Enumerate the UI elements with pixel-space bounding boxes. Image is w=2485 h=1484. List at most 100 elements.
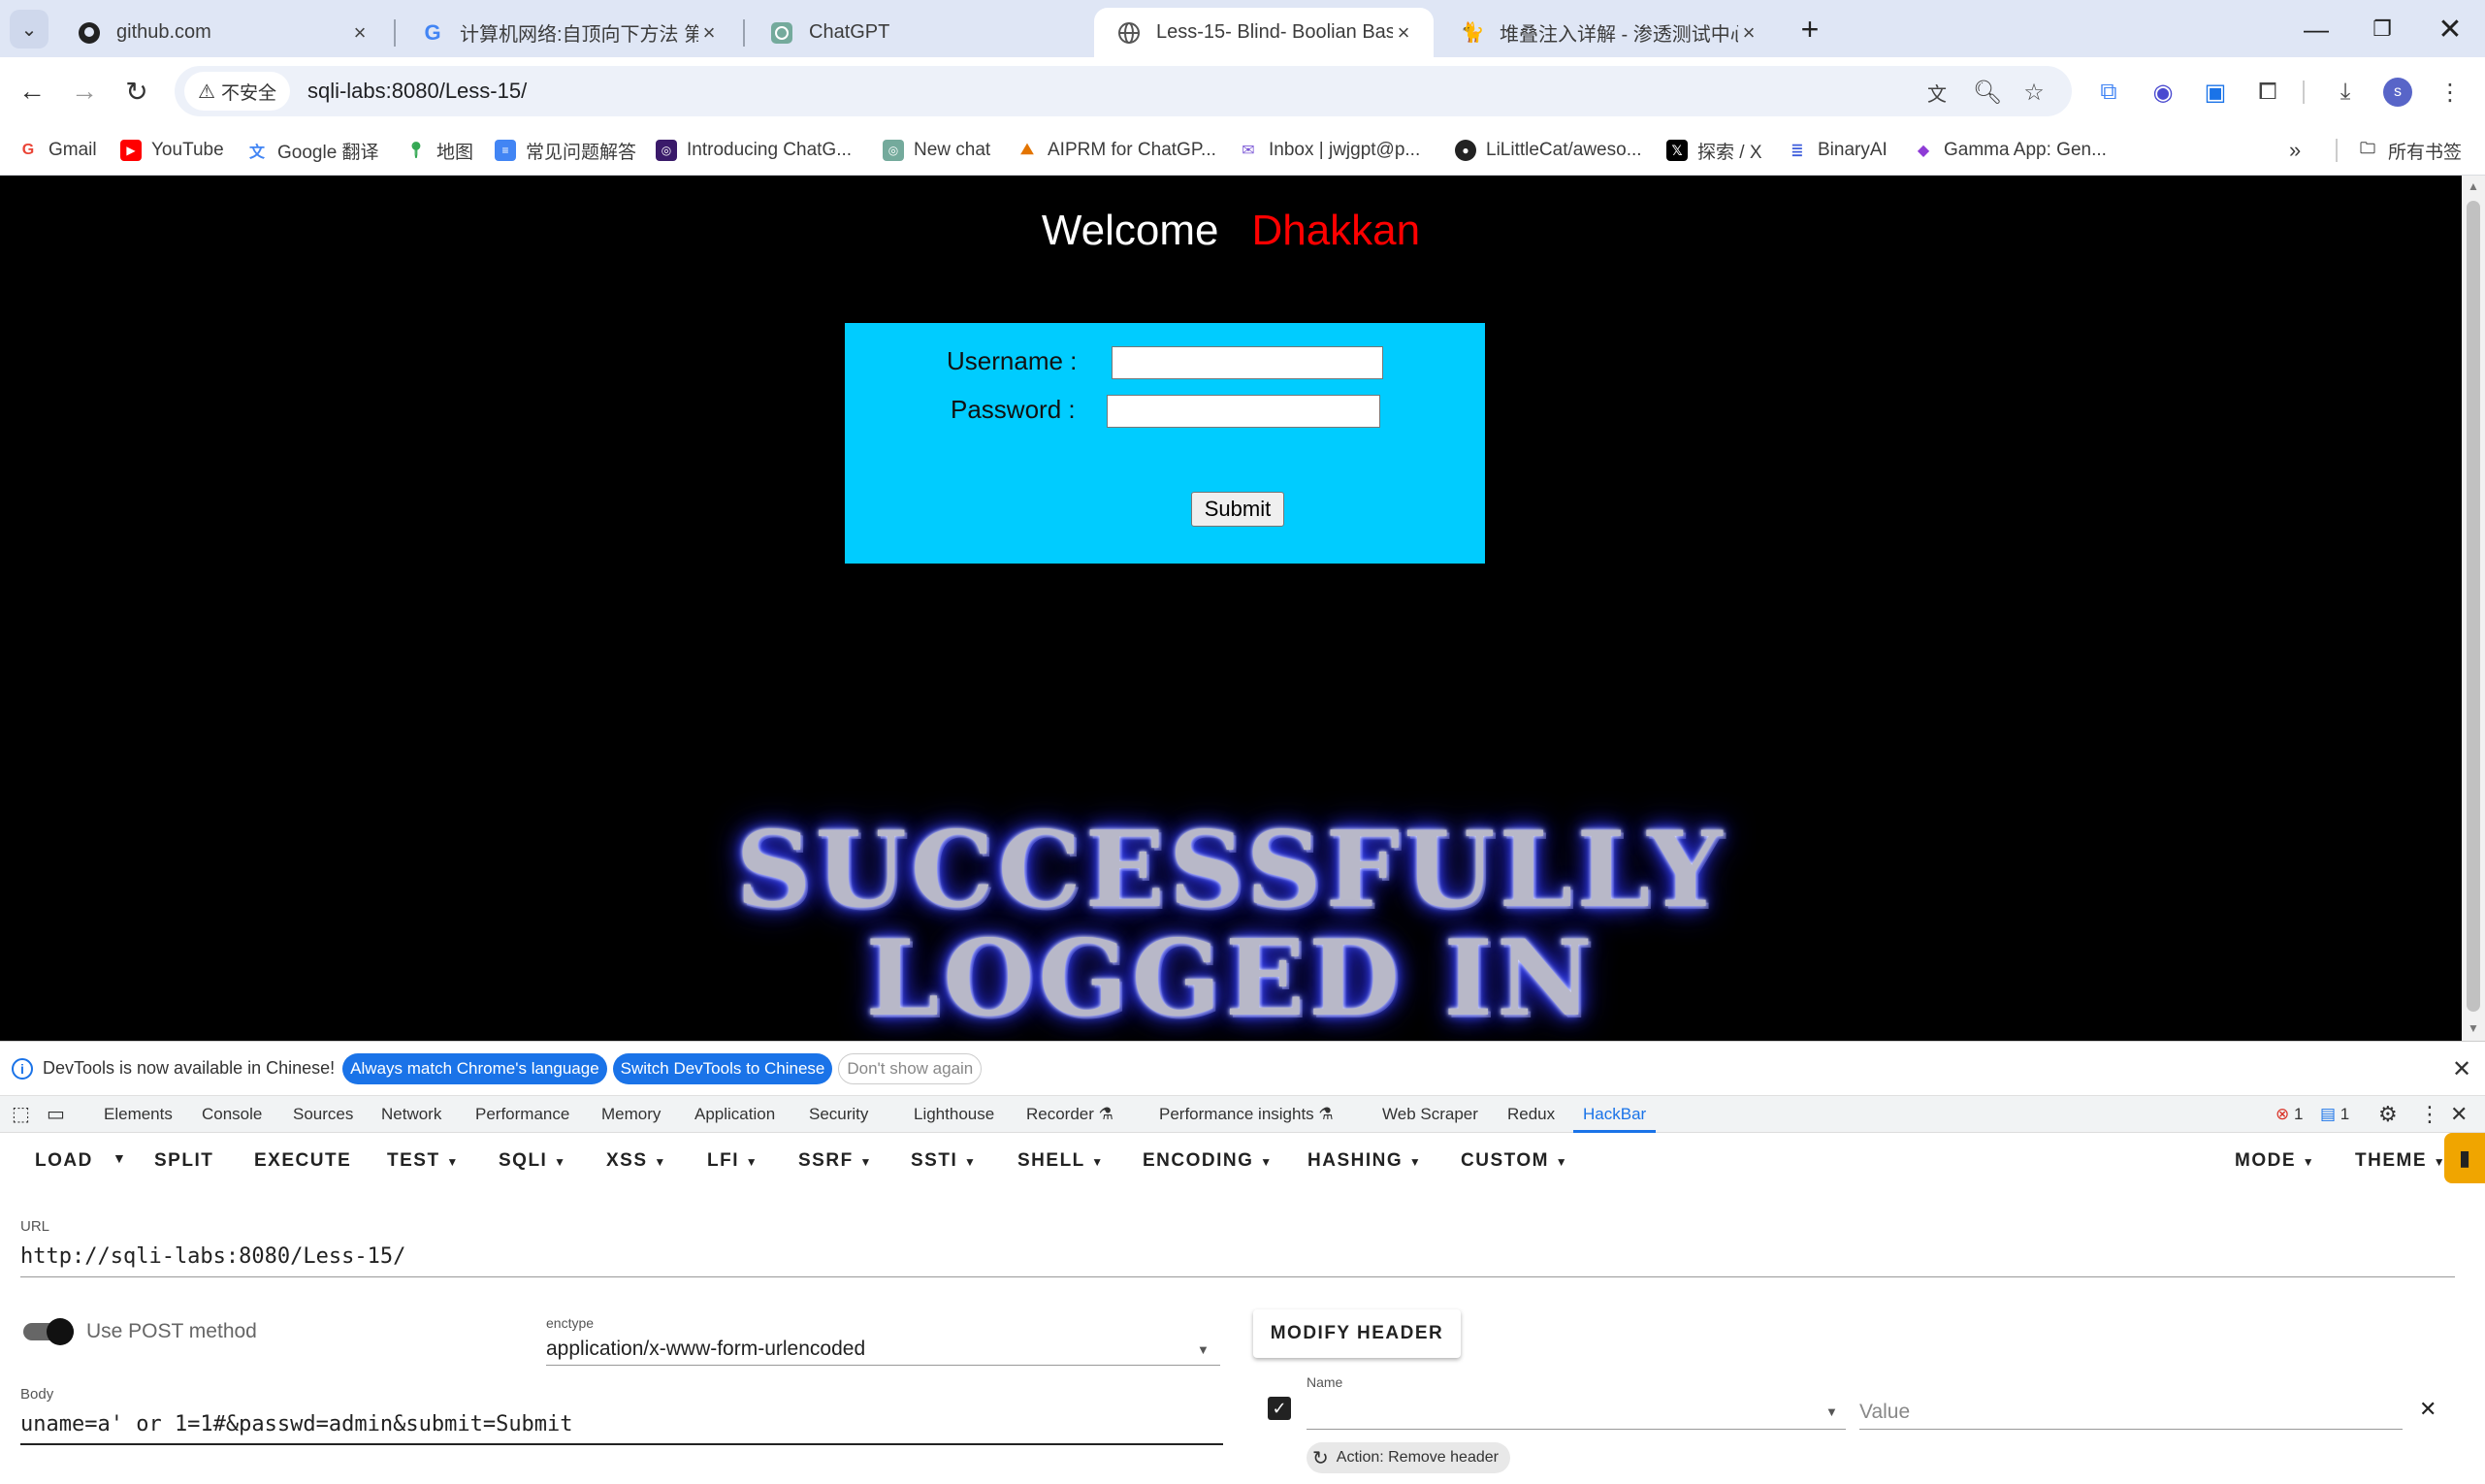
devtools-tab-web-scraper[interactable]: Web Scraper: [1382, 1096, 1478, 1133]
window-close-icon[interactable]: ✕: [2431, 12, 2469, 47]
header-value-input[interactable]: Value: [1859, 1401, 1910, 1424]
bookmark-lilittlecat[interactable]: ● LiLittleCat/aweso...: [1455, 135, 1642, 166]
devtools-tab-lighthouse[interactable]: Lighthouse: [914, 1096, 994, 1133]
extension-face-icon[interactable]: ◉: [2147, 77, 2178, 108]
switch-to-chinese-button[interactable]: Switch DevTools to Chinese: [612, 1052, 833, 1084]
all-bookmarks[interactable]: 🗀 所有书签: [2357, 135, 2462, 166]
hackbar-body-input[interactable]: uname=a' or 1=1#&passwd=admin&submit=Sub…: [20, 1412, 573, 1436]
header-action-chip[interactable]: ↻ Action: Remove header: [1307, 1442, 1510, 1473]
kebab-menu-icon[interactable]: ⋮: [2435, 77, 2466, 108]
close-icon[interactable]: ×: [1738, 20, 1759, 46]
tab-less-15[interactable]: Less-15- Blind- Boolian Based ×: [1094, 8, 1434, 57]
scroll-down-icon[interactable]: ▼: [2468, 1021, 2479, 1035]
translate-icon[interactable]: 文: [1920, 76, 1953, 109]
zoom-icon[interactable]: 🔍︎: [1971, 76, 2004, 109]
devtools-tab-memory[interactable]: Memory: [601, 1096, 661, 1133]
security-chip[interactable]: ⚠ 不安全: [184, 72, 290, 111]
modify-header-button[interactable]: MODIFY HEADER: [1253, 1309, 1461, 1358]
devtools-tab-security[interactable]: Security: [809, 1096, 868, 1133]
scrollbar-thumb[interactable]: [2467, 201, 2480, 1012]
dont-show-again-button[interactable]: Don't show again: [838, 1052, 983, 1084]
devtools-tab-recorder[interactable]: Recorder ⚗: [1026, 1096, 1113, 1133]
hackbar-lfi-menu[interactable]: LFI ▼: [707, 1150, 758, 1172]
screen-capture-icon[interactable]: ▣: [2200, 77, 2231, 108]
message-counter[interactable]: ▤ 1: [2320, 1096, 2349, 1133]
devtools-tab-application[interactable]: Application: [694, 1096, 775, 1133]
restore-icon[interactable]: ❐: [2363, 12, 2402, 47]
devtools-close-icon[interactable]: ✕: [2450, 1096, 2468, 1133]
back-arrow-icon[interactable]: ←: [12, 71, 52, 112]
bookmark-google-translate[interactable]: 文 Google 翻译: [246, 135, 379, 166]
devtools-tab-performance[interactable]: Performance: [475, 1096, 569, 1133]
enctype-dropdown-arrow-icon[interactable]: ▼: [1197, 1342, 1210, 1357]
bookmark-aiprm[interactable]: ⛰ AIPRM for ChatGP...: [1017, 135, 1216, 166]
bookmark-gamma[interactable]: ◆ Gamma App: Gen...: [1913, 135, 2107, 166]
bookmark-binaryai[interactable]: ≣ BinaryAI: [1787, 135, 1888, 166]
devtools-tab-elements[interactable]: Elements: [104, 1096, 173, 1133]
hackbar-sqli-menu[interactable]: SQLI ▼: [499, 1150, 567, 1172]
error-counter[interactable]: ⊗ 1: [2275, 1096, 2303, 1133]
enctype-select[interactable]: application/x-www-form-urlencoded: [546, 1338, 865, 1361]
new-tab-plus-icon[interactable]: +: [1791, 12, 1829, 47]
devtools-kebab-menu-icon[interactable]: ⋮: [2419, 1096, 2440, 1133]
device-toolbar-icon[interactable]: ▭: [47, 1096, 65, 1133]
submit-button[interactable]: Submit: [1191, 492, 1284, 527]
devtools-tab-redux[interactable]: Redux: [1507, 1096, 1555, 1133]
close-icon[interactable]: ×: [698, 20, 720, 46]
bookmark-x[interactable]: 𝕏 探索 / X: [1666, 135, 1762, 166]
tab-chatgpt[interactable]: ChatGPT: [747, 8, 1090, 57]
inspect-element-icon[interactable]: ⬚: [12, 1096, 30, 1133]
load-dropdown-arrow-icon[interactable]: ▼: [113, 1150, 127, 1166]
devtools-tab-hackbar[interactable]: HackBar: [1573, 1096, 1657, 1133]
hackbar-xss-menu[interactable]: XSS ▼: [606, 1150, 667, 1172]
hackbar-split-button[interactable]: SPLIT: [154, 1150, 213, 1172]
forward-arrow-icon[interactable]: →: [64, 71, 105, 112]
address-bar[interactable]: ⚠ 不安全 sqli-labs:8080/Less-15/ 文 🔍︎ ☆: [175, 66, 2072, 116]
hackbar-theme-menu[interactable]: THEME ▼: [2355, 1150, 2446, 1172]
settings-gear-icon[interactable]: ⚙: [2378, 1096, 2398, 1133]
scroll-up-icon[interactable]: ▲: [2468, 179, 2479, 193]
devtools-tab-console[interactable]: Console: [202, 1096, 262, 1133]
bookmark-introducing-chatgpt[interactable]: ◎ Introducing ChatG...: [656, 135, 852, 166]
avatar[interactable]: s: [2382, 77, 2413, 108]
url-text[interactable]: sqli-labs:8080/Less-15/: [307, 79, 527, 104]
infobar-close-icon[interactable]: ✕: [2452, 1055, 2471, 1083]
header-name-input[interactable]: [1307, 1396, 1846, 1425]
hackbar-custom-menu[interactable]: CUSTOM ▼: [1461, 1150, 1568, 1172]
bookmark-faq[interactable]: ≡ 常见问题解答: [495, 135, 636, 166]
bookmark-maps[interactable]: 📍︎ 地图: [405, 135, 473, 166]
devtools-tab-sources[interactable]: Sources: [293, 1096, 353, 1133]
devtools-tab-network[interactable]: Network: [381, 1096, 441, 1133]
hackbar-test-menu[interactable]: TEST ▼: [387, 1150, 460, 1172]
hackbar-url-input[interactable]: http://sqli-labs:8080/Less-15/: [20, 1244, 405, 1269]
header-name-dropdown-arrow-icon[interactable]: ▼: [1825, 1404, 1838, 1419]
close-icon[interactable]: ×: [1393, 20, 1414, 46]
reload-icon[interactable]: ↻: [116, 71, 157, 112]
always-match-language-button[interactable]: Always match Chrome's language: [342, 1052, 607, 1084]
more-bookmarks-chevron-icon[interactable]: »: [2289, 135, 2301, 166]
extensions-puzzle-icon[interactable]: ⧠: [2252, 77, 2283, 108]
devtools-tab-performance-insights[interactable]: Performance insights ⚗: [1159, 1096, 1334, 1133]
bookmark-new-chat[interactable]: ◎ New chat: [883, 135, 990, 166]
tab-network-book[interactable]: G 计算机网络:自顶向下方法 第八版 ×: [398, 8, 739, 57]
hackbar-ssrf-menu[interactable]: SSRF ▼: [798, 1150, 873, 1172]
hackbar-shell-menu[interactable]: SHELL ▼: [1017, 1150, 1105, 1172]
hackbar-ssti-menu[interactable]: SSTI ▼: [911, 1150, 977, 1172]
remove-header-close-icon[interactable]: ✕: [2419, 1397, 2437, 1422]
hackbar-mode-menu[interactable]: MODE ▼: [2235, 1150, 2315, 1172]
username-input[interactable]: [1112, 346, 1383, 379]
tab-stacked-injection[interactable]: 🐈 堆叠注入详解 - 渗透测试中心 - ×: [1437, 8, 1779, 57]
bookmark-inbox[interactable]: ✉ Inbox | jwjgpt@p...: [1238, 135, 1420, 166]
minimize-icon[interactable]: —: [2297, 12, 2336, 47]
password-input[interactable]: [1107, 395, 1380, 428]
bookmark-youtube[interactable]: ▶ YouTube: [120, 135, 224, 166]
download-icon[interactable]: ⤓: [2330, 77, 2361, 108]
tab-search-chevron-icon[interactable]: ⌄: [10, 10, 48, 48]
tab-github[interactable]: github.com ×: [54, 8, 390, 57]
bookmark-star-icon[interactable]: ☆: [2017, 76, 2050, 109]
translate-extension-icon[interactable]: ⧉: [2093, 77, 2124, 108]
page-scrollbar[interactable]: ▲ ▼: [2462, 176, 2485, 1041]
hackbar-execute-button[interactable]: EXECUTE: [254, 1150, 351, 1172]
hackbar-hashing-menu[interactable]: HASHING ▼: [1307, 1150, 1422, 1172]
bookmark-gmail[interactable]: G Gmail: [17, 135, 97, 166]
